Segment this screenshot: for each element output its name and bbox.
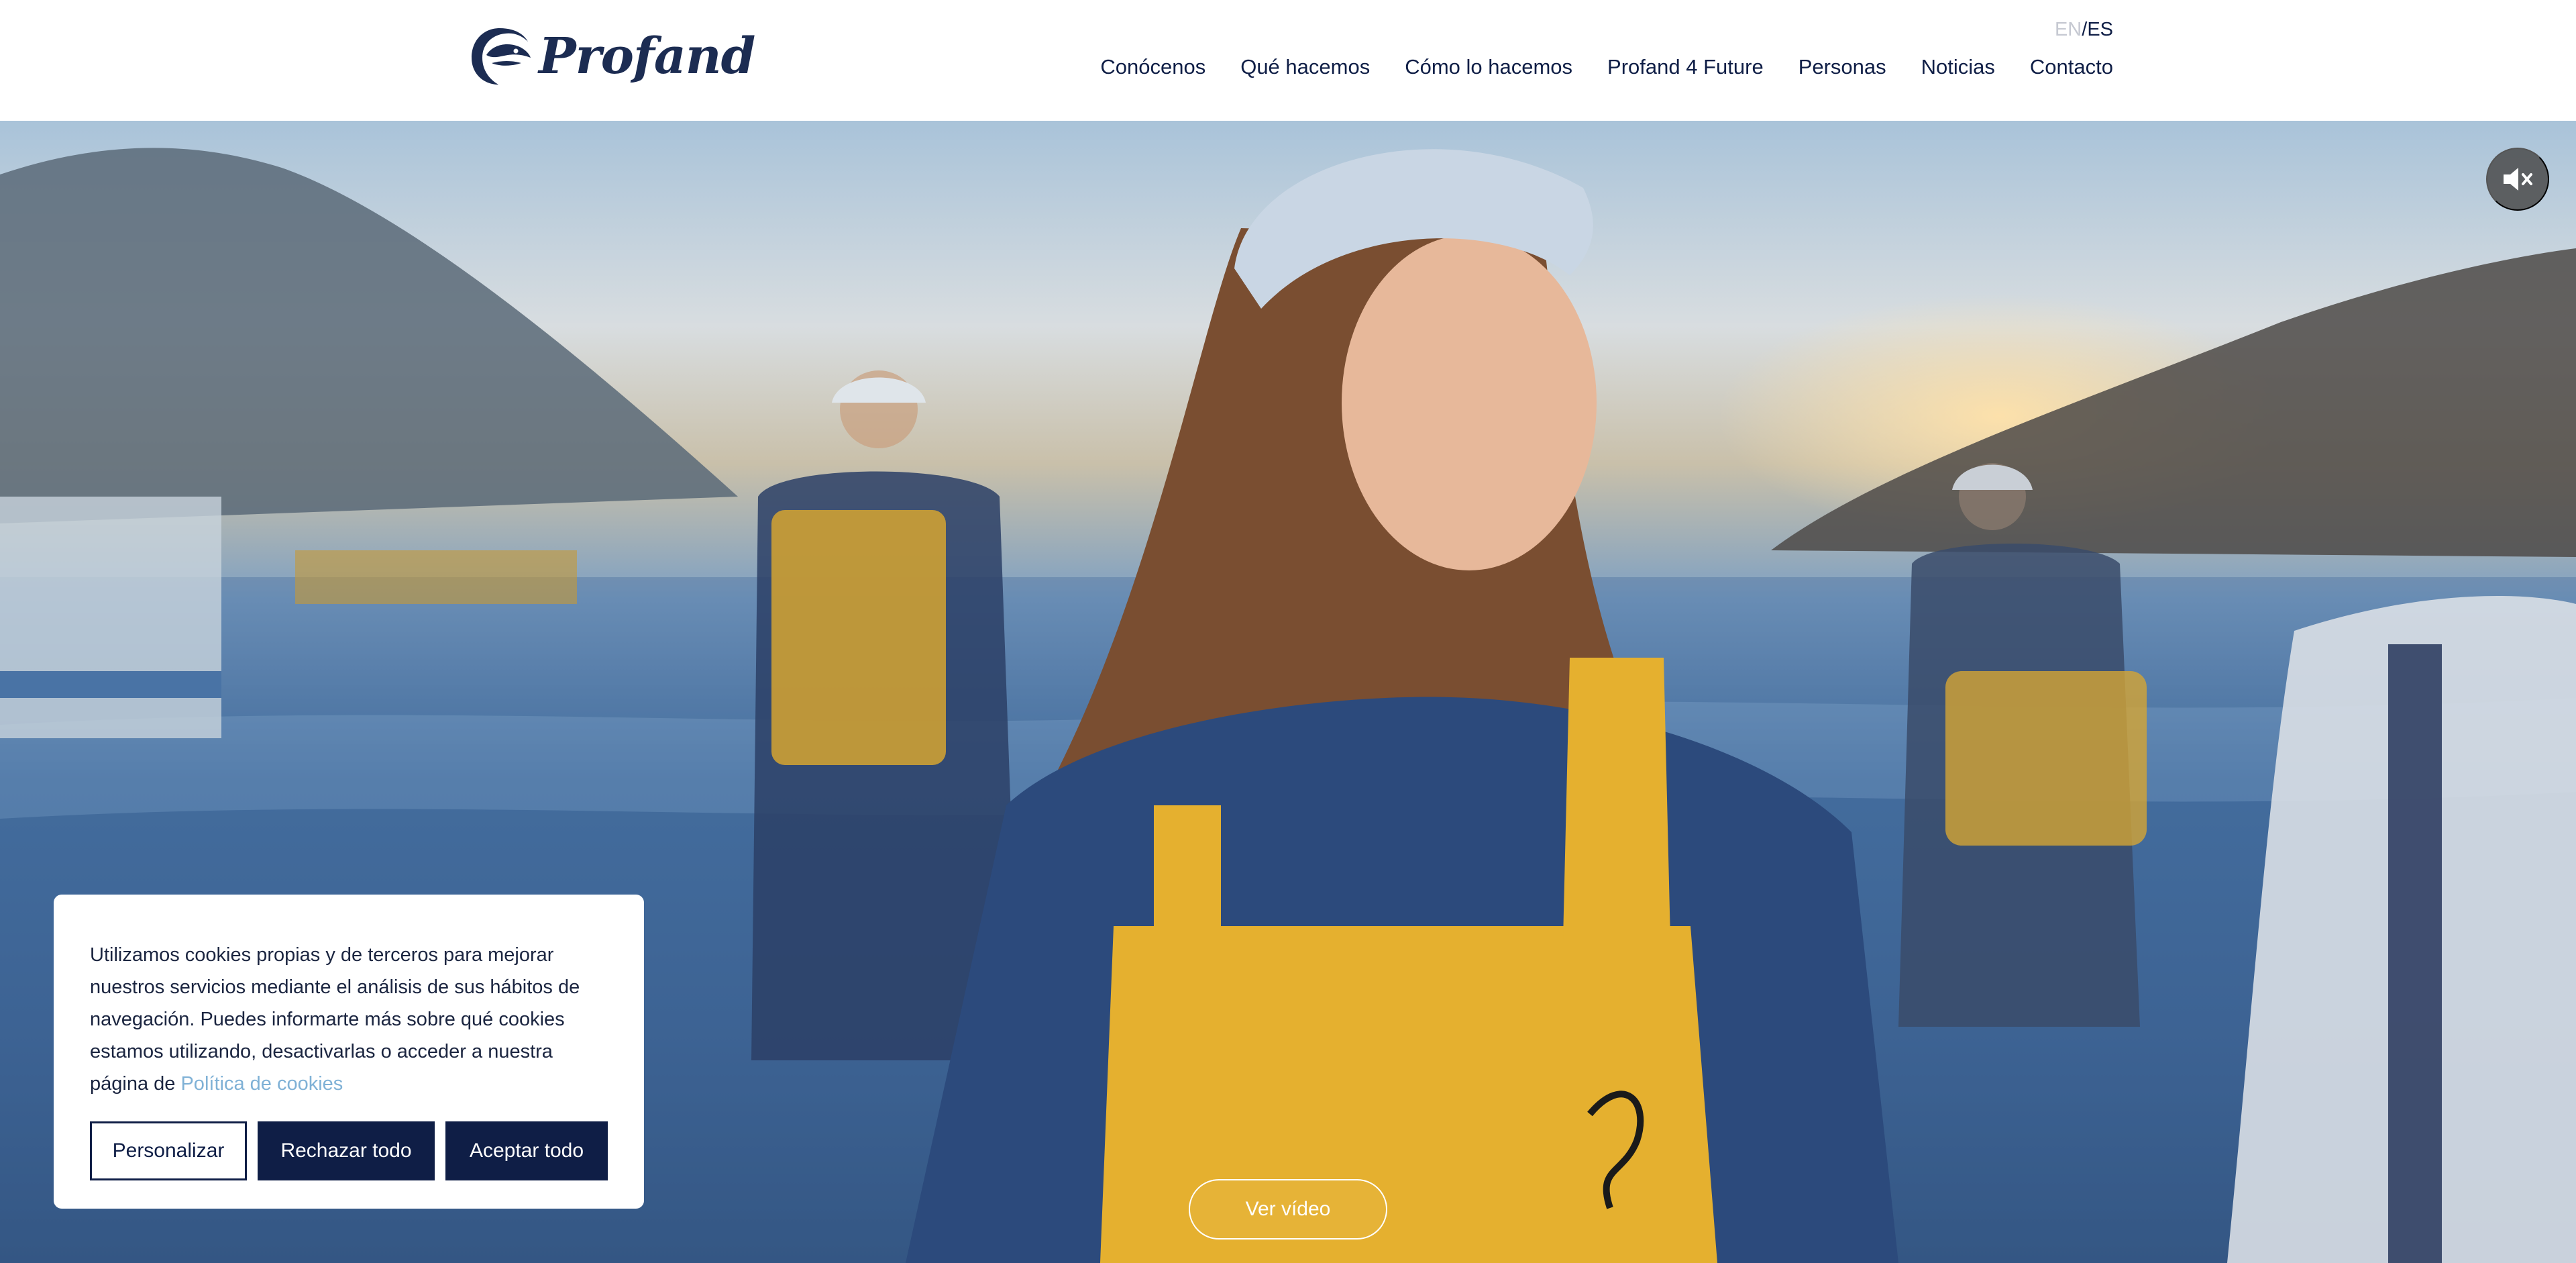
reject-all-button[interactable]: Rechazar todo <box>258 1121 435 1180</box>
cookie-message: Utilizamos cookies propias y de terceros… <box>90 939 608 1100</box>
cookie-message-text: Utilizamos cookies propias y de terceros… <box>90 944 580 1095</box>
accept-all-button[interactable]: Aceptar todo <box>445 1121 608 1180</box>
nav-item-contacto[interactable]: Contacto <box>2030 55 2113 79</box>
cookie-actions: Personalizar Rechazar todo Aceptar todo <box>90 1121 608 1180</box>
nav-item-profand-4-future[interactable]: Profand 4 Future <box>1607 55 1764 79</box>
lang-es-link[interactable]: ES <box>2087 19 2113 40</box>
cookie-policy-link[interactable]: Política de cookies <box>180 1073 343 1095</box>
site-header: Profand EN/ES Conócenos Qué hacemos Cómo… <box>0 0 2576 121</box>
nav-item-noticias[interactable]: Noticias <box>1921 55 1995 79</box>
profand-logo[interactable]: Profand <box>466 24 755 89</box>
main-nav: Conócenos Qué hacemos Cómo lo hacemos Pr… <box>1100 55 2113 79</box>
fish-logo-icon <box>472 28 531 85</box>
speaker-muted-icon <box>2504 168 2532 191</box>
nav-item-como-lo-hacemos[interactable]: Cómo lo hacemos <box>1405 55 1572 79</box>
language-switcher: EN/ES <box>2055 19 2113 41</box>
logo-wordmark: Profand <box>539 28 755 85</box>
cookie-consent-dialog: Utilizamos cookies propias y de terceros… <box>54 895 644 1209</box>
watch-video-button[interactable]: Ver vídeo <box>1189 1179 1387 1240</box>
nav-item-personas[interactable]: Personas <box>1799 55 1886 79</box>
customize-cookies-button[interactable]: Personalizar <box>90 1121 247 1180</box>
nav-item-conocenos[interactable]: Conócenos <box>1100 55 1205 79</box>
lang-en-link[interactable]: EN <box>2055 19 2082 40</box>
mute-toggle-button[interactable] <box>2486 148 2549 211</box>
nav-item-que-hacemos[interactable]: Qué hacemos <box>1240 55 1370 79</box>
